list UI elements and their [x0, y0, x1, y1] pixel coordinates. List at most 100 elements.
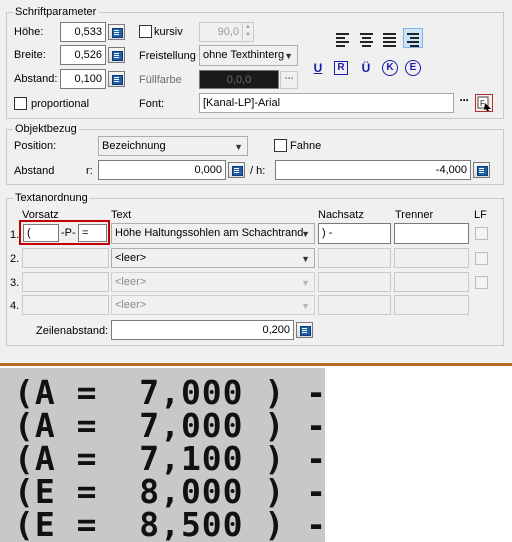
col-nachsatz-header: Nachsatz — [318, 209, 364, 221]
breite-calculator-button[interactable] — [108, 47, 125, 63]
fahne-label: Fahne — [290, 140, 322, 152]
circled-k-button[interactable]: K — [382, 60, 398, 76]
fuellfarbe-browse-button[interactable]: ··· — [280, 71, 298, 89]
text-select-value: <leer> — [115, 252, 147, 264]
abstand-objekt-label: Abstand — [14, 165, 55, 177]
chevron-down-icon: ▼ — [234, 142, 243, 152]
position-value: Bezeichnung — [102, 140, 166, 152]
font-input[interactable]: [Kanal-LP]-Arial — [199, 93, 454, 113]
r-label: r: — [86, 165, 93, 177]
kursiv-angle-spinner[interactable]: ▲ ▼ — [242, 22, 254, 42]
freistellung-select[interactable]: ohne Texthinterg ▼ — [199, 45, 298, 66]
col-text-header: Text — [111, 209, 132, 221]
text-select-value: <leer> — [115, 299, 147, 311]
preview-line: (A = 7,000 ) - — [14, 406, 328, 445]
separator-line — [0, 363, 512, 366]
text-settings-dialog: Schriftparameter Höhe: 0,533 Breite: 0,5… — [0, 0, 512, 362]
proportional-label: proportional — [31, 98, 90, 110]
r-calculator-button[interactable] — [228, 162, 245, 178]
fuellfarbe-label: Füllfarbe — [139, 74, 182, 86]
position-label: Position: — [14, 140, 57, 152]
font-browse-button[interactable]: ··· — [455, 94, 473, 112]
h-input[interactable]: -4,000 — [275, 160, 471, 180]
hoehe-label: Höhe: — [14, 26, 44, 38]
zeilenabstand-input[interactable]: 0,200 — [111, 320, 294, 340]
proportional-checkbox[interactable] — [14, 97, 27, 110]
lf-checkbox-row-2[interactable] — [475, 252, 488, 265]
text-select-row-1[interactable]: Höhe Haltungssohlen am Schachtrand ▼ — [111, 223, 315, 244]
lf-checkbox-row-1[interactable] — [475, 227, 488, 240]
trenner-input-row-4[interactable] — [394, 295, 469, 315]
schriftparameter-title: Schriftparameter — [13, 5, 99, 19]
preview-line: (A = 7,100 ) - — [14, 439, 328, 478]
kursiv-angle-input[interactable]: 90,0 — [199, 22, 243, 42]
text-select-value: <leer> — [115, 276, 147, 288]
row-number: 4. — [10, 300, 20, 312]
vorsatz-separator: -P- — [61, 227, 76, 239]
breite-input[interactable]: 0,526 — [60, 45, 106, 65]
underline-button[interactable]: U — [312, 61, 324, 75]
freistellung-label: Freistellung — [139, 50, 196, 62]
vorsatz-input-row-3[interactable] — [22, 272, 109, 292]
overline-button[interactable]: Ü — [360, 61, 372, 75]
text-select-row-3[interactable]: <leer> ▼ — [111, 272, 315, 292]
nachsatz-input-row-2[interactable] — [318, 248, 391, 268]
fuellfarbe-swatch[interactable]: 0,0,0 — [199, 70, 279, 89]
row-number: 3. — [10, 277, 20, 289]
font-picker-button[interactable]: F — [475, 94, 493, 112]
kursiv-checkbox[interactable] — [139, 25, 152, 38]
svg-text:F: F — [480, 99, 485, 108]
chevron-down-icon: ▼ — [301, 254, 310, 264]
text-select-row-4[interactable]: <leer> ▼ — [111, 295, 315, 315]
text-select-value: Höhe Haltungssohlen am Schachtrand — [115, 227, 304, 239]
trenner-input-row-3[interactable] — [394, 272, 469, 292]
align-center-icon[interactable] — [357, 29, 377, 49]
hoehe-input[interactable]: 0,533 — [60, 22, 106, 42]
font-label: Font: — [139, 98, 165, 110]
objektbezug-title: Objektbezug — [13, 122, 79, 136]
nachsatz-input-row-4[interactable] — [318, 295, 391, 315]
label-preview: (A = 7,000 ) - (A = 7,000 ) - (A = 7,100… — [0, 368, 328, 542]
nachsatz-input-row-1[interactable]: ) - — [318, 223, 391, 244]
chevron-down-icon: ▼ — [284, 51, 293, 61]
hoehe-calculator-button[interactable] — [108, 24, 125, 40]
circled-e-button[interactable]: E — [405, 60, 421, 76]
abstand-calculator-button[interactable] — [108, 71, 125, 87]
abstand-label: Abstand: — [14, 73, 58, 85]
boxed-text-button[interactable]: R — [334, 61, 348, 75]
col-trenner-header: Trenner — [395, 209, 434, 221]
lf-checkbox-row-3[interactable] — [475, 276, 488, 289]
h-label: / h: — [250, 165, 266, 177]
h-calculator-button[interactable] — [473, 162, 490, 178]
vorsatz-input-row-4[interactable] — [22, 295, 109, 315]
preview-line: (A = 7,000 ) - — [14, 373, 328, 412]
align-justify-icon[interactable] — [380, 29, 400, 49]
align-right-icon[interactable] — [403, 28, 423, 48]
position-select[interactable]: Bezeichnung ▼ — [98, 136, 248, 156]
chevron-down-icon: ▼ — [301, 301, 310, 311]
textanordnung-title: Textanordnung — [13, 191, 90, 205]
r-input[interactable]: 0,000 — [98, 160, 226, 180]
chevron-down-icon: ▼ — [301, 229, 310, 239]
nachsatz-input-row-3[interactable] — [318, 272, 391, 292]
align-left-icon[interactable] — [333, 29, 353, 49]
zeilenabstand-calculator-button[interactable] — [296, 322, 313, 338]
row-number: 2. — [10, 253, 20, 265]
zeilenabstand-label: Zeilenabstand: — [36, 325, 109, 337]
freistellung-value: ohne Texthinterg — [203, 49, 285, 61]
vorsatz-prefix-input[interactable]: ( — [23, 224, 59, 242]
preview-line: (E = 8,000 ) - — [14, 472, 328, 511]
font-picker-icon: F — [477, 96, 491, 111]
trenner-input-row-2[interactable] — [394, 248, 469, 268]
fahne-checkbox[interactable] — [274, 139, 287, 152]
col-lf-header: LF — [474, 209, 487, 221]
vorsatz-input-row-2[interactable] — [22, 248, 109, 268]
zeichenabstand-input[interactable]: 0,100 — [60, 69, 106, 89]
vorsatz-suffix-input[interactable]: = — [78, 224, 107, 242]
preview-line: (E = 8,500 ) - — [14, 505, 328, 542]
breite-label: Breite: — [14, 49, 46, 61]
chevron-down-icon: ▼ — [301, 278, 310, 288]
text-select-row-2[interactable]: <leer> ▼ — [111, 248, 315, 268]
row-number: 1. — [10, 229, 20, 241]
trenner-input-row-1[interactable] — [394, 223, 469, 244]
